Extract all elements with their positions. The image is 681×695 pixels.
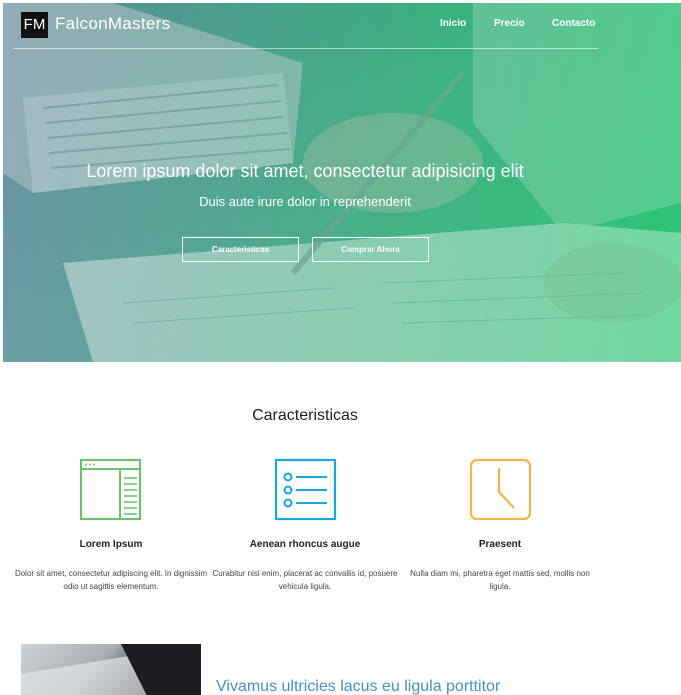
comprar-ahora-button[interactable]: Comprar Ahora [312, 237, 429, 262]
navbar: FM FalconMasters Inicio Precio Contacto [3, 3, 681, 49]
feature-heading-lorem-ipsum: Lorem Ipsum [79, 539, 143, 550]
caracteristicas-button[interactable]: Caracteristicas [182, 237, 299, 262]
section-heading[interactable]: Vivamus ultricies lacus eu ligula portti… [216, 676, 500, 695]
features-title: Caracteristicas [252, 407, 358, 424]
feature-heading-aenean: Aenean rhoncus augue [249, 539, 361, 550]
hero-subtitle: Duis aute irure dolor in reprehenderit [199, 194, 411, 209]
nav-link-precio[interactable]: Precio [494, 17, 525, 31]
checklist-icon [274, 458, 337, 521]
feature-heading-praesent: Praesent [478, 539, 522, 550]
feature-text-praesent: Nulla diam mi, pharetra eget mattis sed,… [410, 569, 590, 591]
article-thumbnail-image [21, 644, 201, 695]
browser-window-icon [79, 458, 142, 521]
logo-badge[interactable]: FM [21, 12, 48, 38]
brand-name[interactable]: FalconMasters [55, 13, 170, 35]
feature-text-aenean: Curabitur nisl enim, placerat ac convall… [212, 569, 398, 591]
nav-link-contacto[interactable]: Contacto [552, 17, 595, 31]
nav-link-inicio[interactable]: Inicio [440, 17, 466, 31]
hero-title: Lorem ipsum dolor sit amet, consectetur … [86, 161, 524, 181]
hero-section: FM FalconMasters Inicio Precio Contacto … [3, 3, 681, 362]
nav-divider [13, 48, 598, 49]
laptop-photo [21, 644, 201, 695]
clock-icon [469, 458, 532, 521]
feature-text-lorem-ipsum: Dolor sit amet, consectetur adipiscing e… [14, 569, 208, 591]
